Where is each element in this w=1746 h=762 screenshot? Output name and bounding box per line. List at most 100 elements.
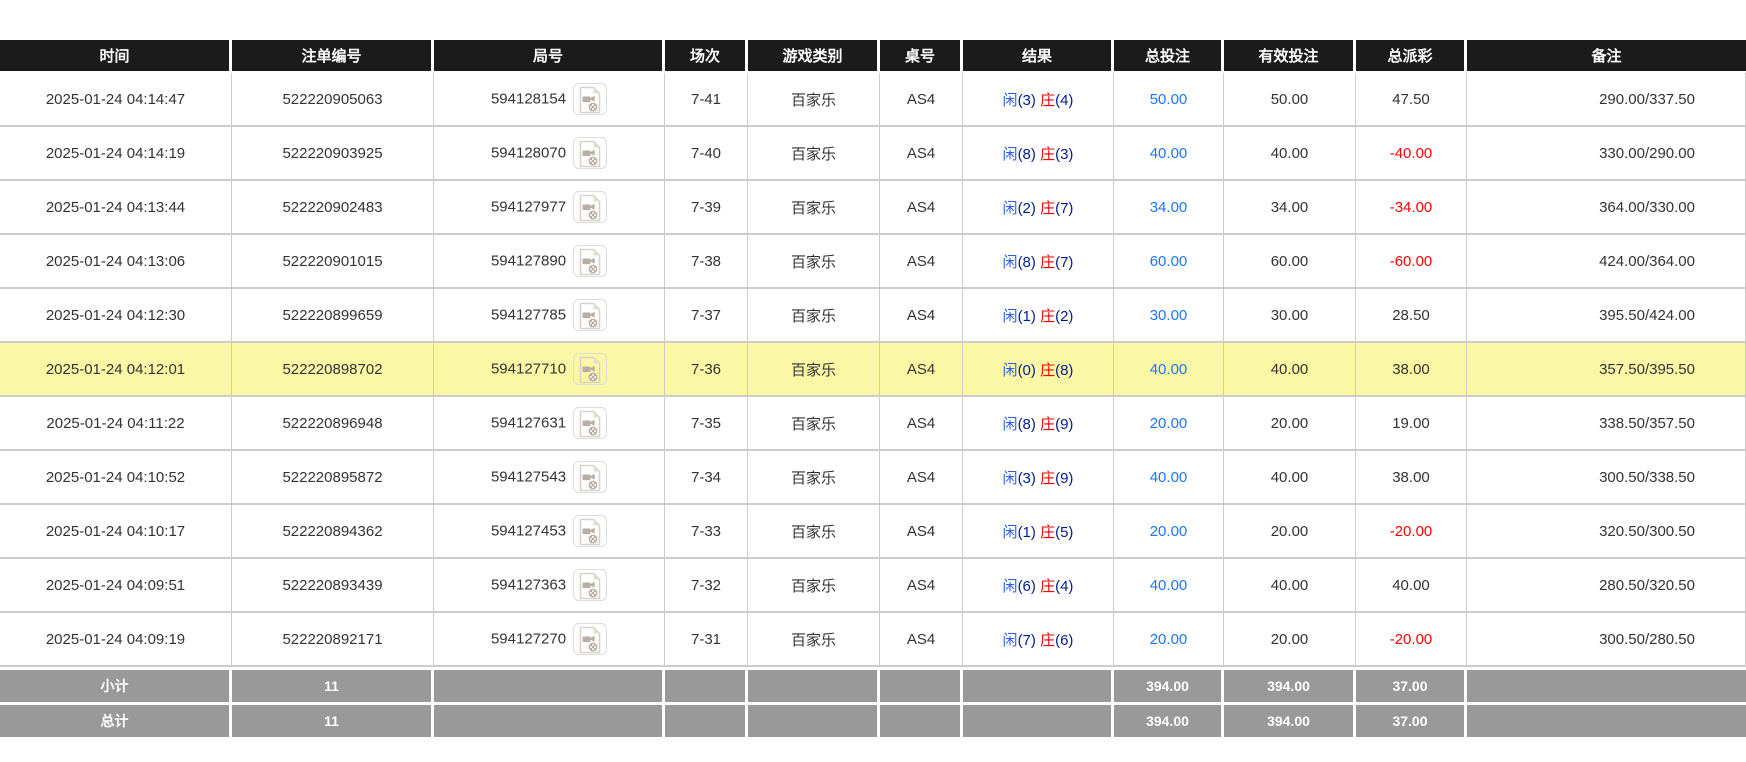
total-bet-link[interactable]: 20.00 — [1150, 631, 1188, 648]
video-replay-button[interactable] — [573, 623, 607, 655]
video-replay-button[interactable] — [573, 245, 607, 277]
game-type-cell: 百家乐 — [748, 613, 880, 667]
payout-cell: 28.50 — [1356, 289, 1467, 343]
table-id-cell: AS4 — [880, 289, 963, 343]
player-score: (0) — [1018, 362, 1036, 379]
payout-cell: -20.00 — [1356, 505, 1467, 559]
video-replay-button[interactable] — [573, 569, 607, 601]
result-cell: 闲(8) 庄(7) — [963, 235, 1114, 289]
round-id: 594127890 — [491, 253, 566, 270]
footer-empty-cell — [665, 702, 748, 737]
total-bet-link[interactable]: 30.00 — [1150, 307, 1188, 324]
remark-cell: 424.00/364.00 — [1467, 235, 1746, 289]
total-bet-link[interactable]: 50.00 — [1150, 91, 1188, 108]
bet-id-cell: 522220901015 — [232, 235, 434, 289]
table-row: 2025-01-24 04:10:52522220895872594127543… — [0, 451, 1746, 505]
player-label: 闲 — [1003, 470, 1018, 487]
table-id-cell: AS4 — [880, 613, 963, 667]
video-file-icon — [578, 626, 602, 654]
time-cell: 2025-01-24 04:12:01 — [0, 343, 232, 397]
result-cell: 闲(3) 庄(9) — [963, 451, 1114, 505]
footer-empty-cell — [748, 667, 880, 702]
video-replay-button[interactable] — [573, 515, 607, 547]
total-bet-link[interactable]: 40.00 — [1150, 145, 1188, 162]
table-id-cell: AS4 — [880, 397, 963, 451]
valid-bet-cell: 20.00 — [1224, 613, 1356, 667]
round-id: 594128154 — [491, 91, 566, 108]
remark-cell: 300.50/338.50 — [1467, 451, 1746, 505]
player-score: (3) — [1018, 470, 1036, 487]
round-cell: 594127977 — [434, 181, 665, 235]
player-label: 闲 — [1003, 632, 1018, 649]
game-type-cell: 百家乐 — [748, 397, 880, 451]
round-cell: 594127453 — [434, 505, 665, 559]
subtotal-row: 小计 11 394.00 394.00 37.00 — [0, 667, 1746, 702]
table-row: 2025-01-24 04:13:44522220902483594127977… — [0, 181, 1746, 235]
total-label: 总计 — [0, 702, 232, 737]
banker-label: 庄 — [1040, 470, 1055, 487]
valid-bet-cell: 40.00 — [1224, 559, 1356, 613]
player-label: 闲 — [1003, 254, 1018, 271]
video-replay-button[interactable] — [573, 461, 607, 493]
total-bet-link[interactable]: 40.00 — [1150, 361, 1188, 378]
footer-empty-cell — [1467, 702, 1746, 737]
round-id: 594127785 — [491, 307, 566, 324]
banker-score: (8) — [1055, 362, 1073, 379]
remark-cell: 290.00/337.50 — [1467, 73, 1746, 127]
bet-id-cell: 522220903925 — [232, 127, 434, 181]
subtotal-valid-bet: 394.00 — [1224, 667, 1356, 702]
game-type-cell: 百家乐 — [748, 505, 880, 559]
col-header-bet-id: 注单编号 — [232, 40, 434, 73]
total-bet-cell: 30.00 — [1114, 289, 1224, 343]
player-label: 闲 — [1003, 92, 1018, 109]
video-replay-button[interactable] — [573, 299, 607, 331]
table-row: 2025-01-24 04:14:19522220903925594128070… — [0, 127, 1746, 181]
round-cell: 594128154 — [434, 73, 665, 127]
banker-label: 庄 — [1040, 254, 1055, 271]
total-bet-link[interactable]: 40.00 — [1150, 577, 1188, 594]
round-cell: 594127890 — [434, 235, 665, 289]
subtotal-payout: 37.00 — [1356, 667, 1467, 702]
bet-id-cell: 522220896948 — [232, 397, 434, 451]
total-bet-link[interactable]: 60.00 — [1150, 253, 1188, 270]
total-bet-link[interactable]: 40.00 — [1150, 469, 1188, 486]
header-row: 时间 注单编号 局号 场次 游戏类别 桌号 结果 总投注 有效投注 总派彩 备注 — [0, 40, 1746, 73]
video-file-icon — [578, 572, 602, 600]
total-bet-link[interactable]: 20.00 — [1150, 415, 1188, 432]
result-cell: 闲(7) 庄(6) — [963, 613, 1114, 667]
payout-cell: -20.00 — [1356, 613, 1467, 667]
total-bet-link[interactable]: 34.00 — [1150, 199, 1188, 216]
video-replay-button[interactable] — [573, 137, 607, 169]
player-label: 闲 — [1003, 578, 1018, 595]
table-id-cell: AS4 — [880, 559, 963, 613]
video-file-icon — [578, 248, 602, 276]
session-cell: 7-38 — [665, 235, 748, 289]
video-file-icon — [578, 518, 602, 546]
round-cell: 594127270 — [434, 613, 665, 667]
payout-cell: -40.00 — [1356, 127, 1467, 181]
player-score: (8) — [1018, 416, 1036, 433]
valid-bet-cell: 30.00 — [1224, 289, 1356, 343]
banker-score: (6) — [1055, 632, 1073, 649]
total-bet-cell: 60.00 — [1114, 235, 1224, 289]
video-replay-button[interactable] — [573, 83, 607, 115]
bet-id-cell: 522220902483 — [232, 181, 434, 235]
bet-id-cell: 522220899659 — [232, 289, 434, 343]
payout-cell: 38.00 — [1356, 343, 1467, 397]
time-cell: 2025-01-24 04:10:52 — [0, 451, 232, 505]
footer-empty-cell — [963, 667, 1114, 702]
banker-label: 庄 — [1040, 362, 1055, 379]
banker-score: (3) — [1055, 146, 1073, 163]
remark-cell: 338.50/357.50 — [1467, 397, 1746, 451]
table-id-cell: AS4 — [880, 73, 963, 127]
player-label: 闲 — [1003, 524, 1018, 541]
footer-empty-cell — [1467, 667, 1746, 702]
total-bet-link[interactable]: 20.00 — [1150, 523, 1188, 540]
total-row: 总计 11 394.00 394.00 37.00 — [0, 702, 1746, 737]
total-bet-cell: 20.00 — [1114, 613, 1224, 667]
col-header-session: 场次 — [665, 40, 748, 73]
video-replay-button[interactable] — [573, 353, 607, 385]
video-replay-button[interactable] — [573, 407, 607, 439]
round-cell: 594127785 — [434, 289, 665, 343]
video-replay-button[interactable] — [573, 191, 607, 223]
